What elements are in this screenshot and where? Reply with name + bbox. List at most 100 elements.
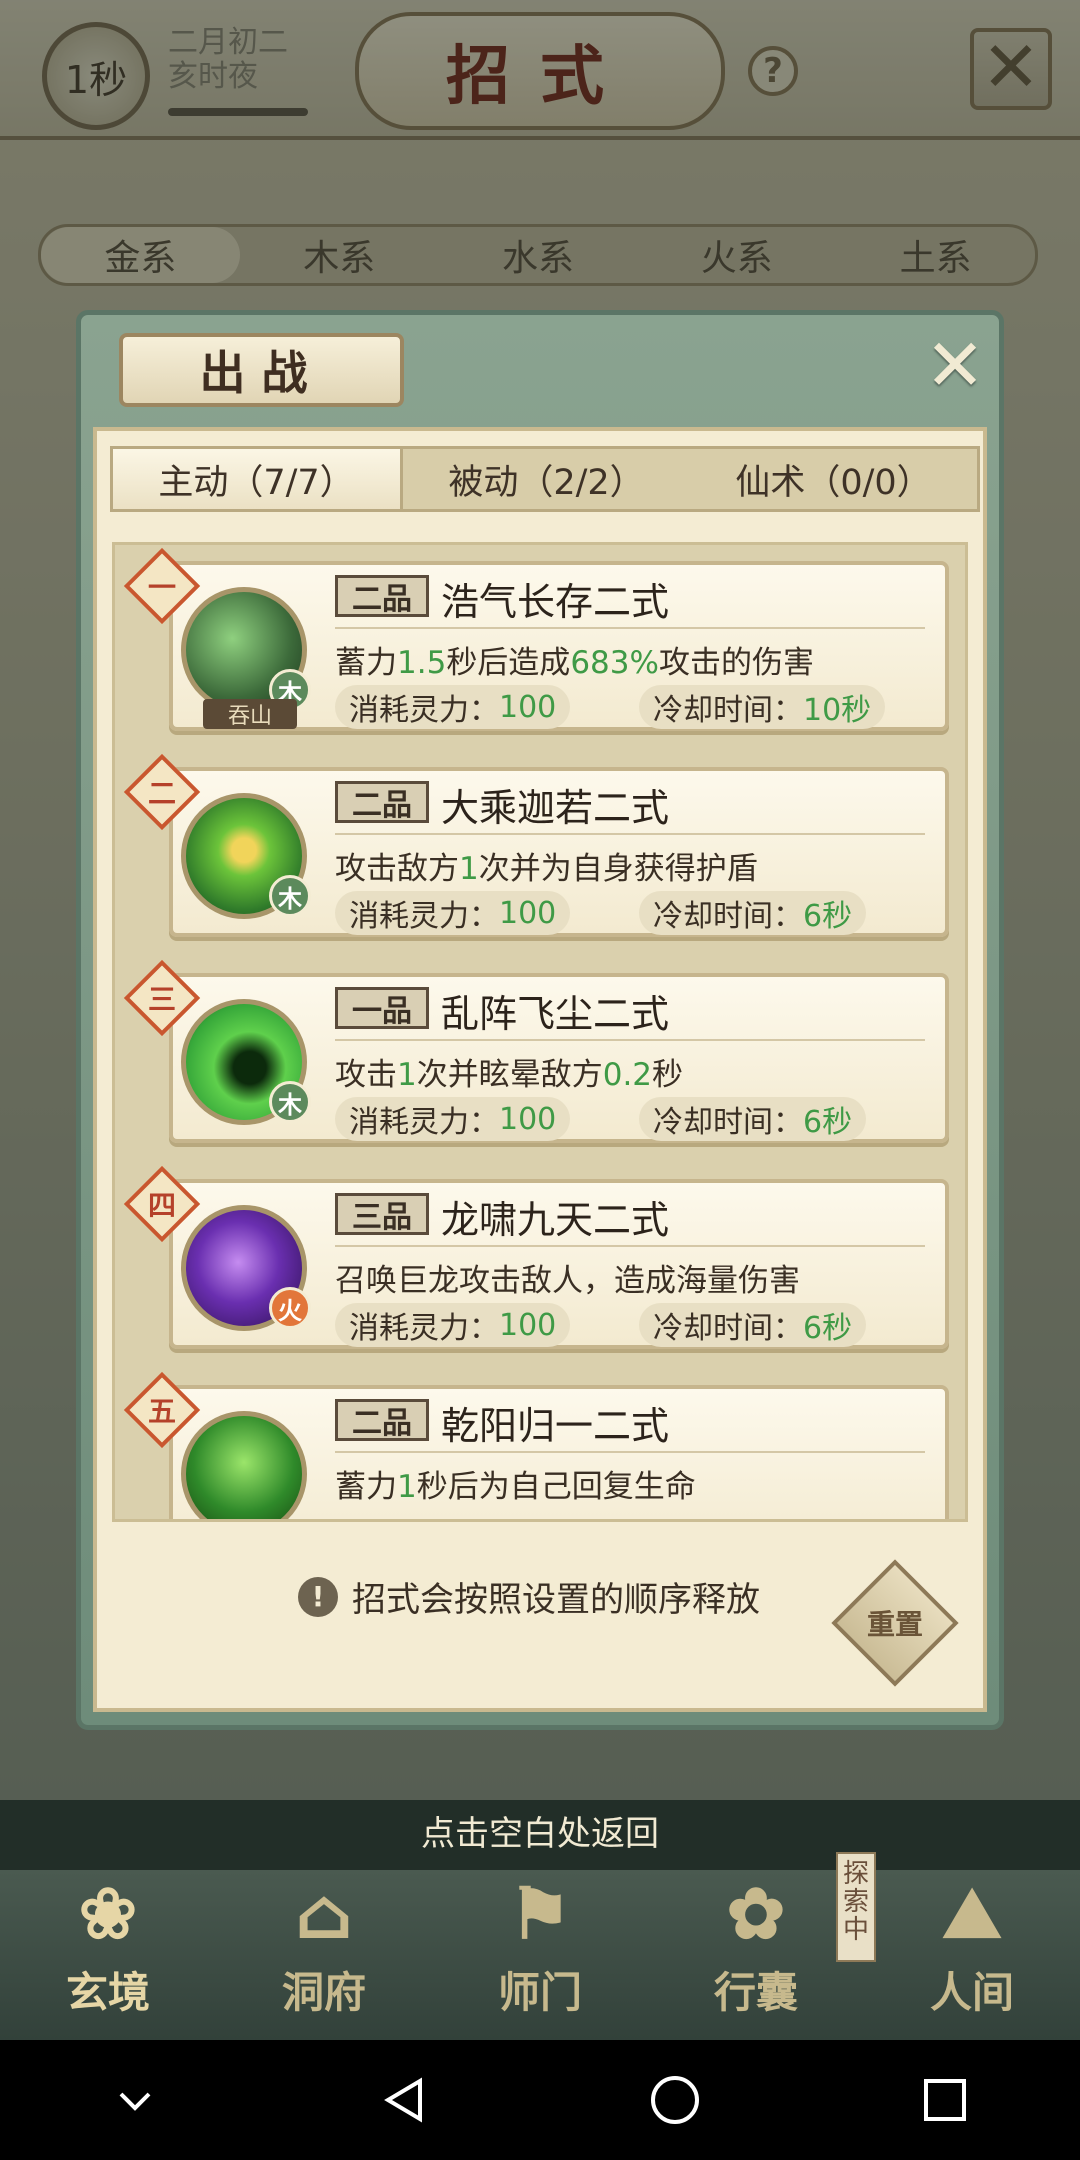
- desc-value: 1: [397, 1469, 417, 1505]
- back-icon[interactable]: [365, 2060, 445, 2140]
- xuanjing-icon: ❀: [78, 1872, 138, 1955]
- grade-label: 二品: [335, 575, 429, 617]
- skill-name: 浩气长存二式: [441, 580, 670, 624]
- desc-value: 1.5: [397, 645, 447, 681]
- cooldown: 冷却时间： 6秒: [639, 1097, 867, 1141]
- cost-value: 100: [499, 1307, 557, 1343]
- cooldown-value: 6秒: [803, 899, 853, 934]
- desc-value: 0.2: [602, 1057, 653, 1093]
- skill-description: 攻击敌方1次并为自身获得护盾: [335, 843, 758, 888]
- cost-value: 100: [499, 895, 557, 931]
- element-badge: 木: [269, 875, 311, 917]
- hint-text: 招式会按照设置的顺序释放: [352, 1580, 760, 1620]
- spirit-cost: 消耗灵力： 100: [335, 1097, 571, 1141]
- nav-xuanjing[interactable]: ❀ 玄境: [23, 1872, 193, 2020]
- divider: [335, 833, 925, 835]
- grade-label: 二品: [335, 1399, 429, 1441]
- order-hint: ! 招式会按照设置的顺序释放: [298, 1572, 760, 1621]
- skill-name: 乱阵飞尘二式: [441, 992, 670, 1036]
- grade-label: 三品: [335, 1193, 429, 1235]
- skill-type-tabs: 主动（7/7） 被动（2/2） 仙术（0/0）: [110, 446, 980, 512]
- skill-card[interactable]: 五 二品 乾阳归一二式 蓄力1秒后为自己回复生命: [123, 1371, 949, 1519]
- desc-value: 1: [397, 1057, 417, 1093]
- nav-label: 人间: [929, 1968, 1014, 2017]
- cost-label: 消耗灵力：: [349, 1105, 499, 1140]
- divider: [335, 627, 925, 629]
- cost-label: 消耗灵力：: [349, 693, 499, 728]
- exclamation-icon: !: [298, 1576, 338, 1617]
- dialog-title: 出战: [119, 333, 404, 407]
- desc-value: 1: [459, 851, 479, 887]
- cooldown: 冷却时间： 6秒: [639, 1303, 867, 1347]
- divider: [335, 1039, 925, 1041]
- reset-label: 重置: [866, 1608, 923, 1641]
- nav-label: 师门: [497, 1968, 582, 2017]
- nav-renjian[interactable]: ⛰ 人间: [887, 1871, 1057, 2020]
- desc-text: 秒后造成: [446, 645, 571, 681]
- order-number: 一: [147, 571, 176, 604]
- skill-card[interactable]: 二 木 二品 大乘迦若二式 攻击敌方1次并为自身获得护盾 消耗灵力： 100 冷却…: [123, 753, 949, 943]
- skill-description: 召唤巨龙攻击敌人，造成海量伤害: [335, 1255, 800, 1300]
- skill-name: 龙啸九天二式: [441, 1198, 670, 1242]
- order-number: 三: [147, 983, 176, 1016]
- exploring-tag: 探索中: [836, 1852, 876, 1962]
- order-number: 二: [147, 777, 176, 810]
- desc-text: 次并为自身获得护盾: [478, 851, 758, 887]
- skill-name: 大乘迦若二式: [441, 786, 670, 830]
- skill-card[interactable]: 三 木 一品 乱阵飞尘二式 攻击1次并眩晕敌方0.2秒 消耗灵力： 100 冷却时…: [123, 959, 949, 1149]
- desc-text: 攻击的伤害: [658, 645, 814, 681]
- nav-label: 行囊: [713, 1968, 798, 2017]
- system-nav-bar: [0, 2040, 1080, 2160]
- recents-icon[interactable]: [905, 2060, 985, 2140]
- skill-name: 乾阳归一二式: [441, 1404, 670, 1448]
- tab-passive-skills[interactable]: 被动（2/2）: [403, 449, 690, 509]
- element-badge: 木: [269, 1081, 311, 1123]
- skill-card[interactable]: 四 火 三品 龙啸九天二式 召唤巨龙攻击敌人，造成海量伤害 消耗灵力： 100 冷…: [123, 1165, 949, 1355]
- cost-value: 100: [499, 689, 557, 725]
- cooldown-value: 6秒: [803, 1105, 853, 1140]
- desc-value: 683%: [570, 645, 659, 681]
- nav-label: 洞府: [281, 1968, 366, 2017]
- cooldown-label: 冷却时间：: [653, 899, 803, 934]
- cooldown-label: 冷却时间：: [653, 1105, 803, 1140]
- desc-text: 次并眩晕敌方: [416, 1057, 603, 1093]
- tap-to-return-hint: 点击空白处返回: [421, 1814, 659, 1854]
- desc-text: 召唤巨龙攻击敌人，造成海量伤害: [335, 1263, 800, 1299]
- home-icon[interactable]: [635, 2060, 715, 2140]
- order-number: 五: [147, 1395, 176, 1428]
- skill-list[interactable]: 一 木 吞山 二品 浩气长存二式 蓄力1.5秒后造成683%攻击的伤害 消耗灵力…: [112, 542, 968, 1522]
- nav-shimen[interactable]: ⚑ 师门: [455, 1872, 625, 2020]
- tab-spells[interactable]: 仙术（0/0）: [690, 449, 977, 509]
- mountain-icon: ⛰: [942, 1871, 1002, 1954]
- skill-description: 蓄力1秒后为自己回复生命: [335, 1461, 696, 1506]
- spirit-cost: 消耗灵力： 100: [335, 1303, 571, 1347]
- desc-text: 蓄力: [335, 645, 397, 681]
- skill-description: 攻击1次并眩晕敌方0.2秒: [335, 1049, 683, 1094]
- tab-active-skills[interactable]: 主动（7/7）: [113, 449, 403, 509]
- cave-home-icon: ⌂: [294, 1872, 354, 1955]
- divider: [335, 1245, 925, 1247]
- cooldown-label: 冷却时间：: [653, 1311, 803, 1346]
- skill-source-tag: 吞山: [203, 699, 297, 729]
- element-badge: 火: [269, 1287, 311, 1329]
- cooldown-value: 6秒: [803, 1311, 853, 1346]
- cost-value: 100: [499, 1101, 557, 1137]
- cooldown: 冷却时间： 10秒: [639, 685, 886, 729]
- cooldown-value: 10秒: [803, 693, 872, 728]
- cost-label: 消耗灵力：: [349, 899, 499, 934]
- desc-text: 秒: [652, 1057, 684, 1093]
- skill-card[interactable]: 一 木 吞山 二品 浩气长存二式 蓄力1.5秒后造成683%攻击的伤害 消耗灵力…: [123, 547, 949, 737]
- collapse-icon[interactable]: [95, 2060, 175, 2140]
- sect-banner-icon: ⚑: [508, 1872, 572, 1955]
- order-number: 四: [147, 1189, 176, 1222]
- nav-dongfu[interactable]: ⌂ 洞府: [239, 1872, 409, 2020]
- cooldown: 冷却时间： 6秒: [639, 891, 867, 935]
- spirit-cost: 消耗灵力： 100: [335, 891, 571, 935]
- desc-text: 攻击敌方: [335, 851, 459, 887]
- close-dialog-icon[interactable]: ✕: [921, 329, 989, 401]
- nav-xingnang[interactable]: ✿ 行囊: [671, 1872, 841, 2020]
- divider: [335, 1451, 925, 1453]
- cooldown-label: 冷却时间：: [653, 693, 803, 728]
- desc-text: 攻击: [335, 1057, 397, 1093]
- grade-label: 一品: [335, 987, 429, 1029]
